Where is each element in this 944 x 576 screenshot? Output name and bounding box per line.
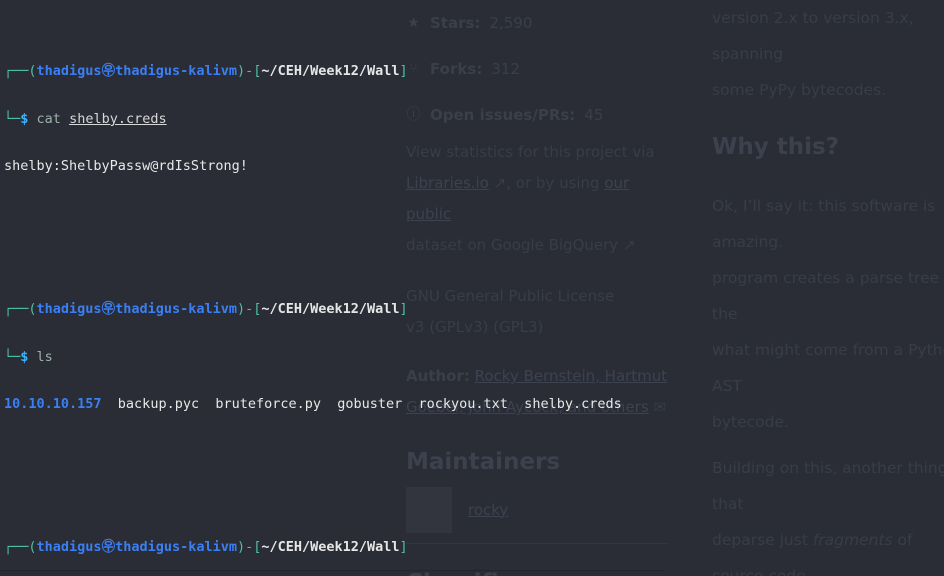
prompt-path-1: ~/CEH/Week12/Wall <box>261 63 400 80</box>
prompt-at-icon-2: ㉾ <box>101 301 116 318</box>
prompt-frame-bottom-2: └─ <box>4 348 21 365</box>
prompt-host-2: thadigus-kalivm <box>115 301 237 318</box>
prompt-at-icon-1: ㉾ <box>101 63 116 80</box>
cmd-cat-argument: shelby.creds <box>69 110 167 127</box>
cmd-ls-word: ls <box>36 348 53 365</box>
prompt-user-2: thadigus <box>36 301 102 318</box>
command-line-cat-creds: └─$ cat shelby.creds <box>4 110 944 128</box>
prompt-user-1: thadigus <box>36 63 102 80</box>
prompt-open-paren-2: ( <box>28 301 37 318</box>
prompt-open-paren-1: ( <box>28 63 37 80</box>
terminal-window[interactable]: ┌──(thadigus㉾thadigus-kalivm)-[~/CEH/Wee… <box>0 0 944 571</box>
prompt-path-3: ~/CEH/Week12/Wall <box>261 538 400 555</box>
prompt-frame-top-3: ┌── <box>4 538 29 555</box>
prompt-host-1: thadigus-kalivm <box>115 63 237 80</box>
prompt-close-bracket-3: ] <box>399 538 408 555</box>
prompt-line-top-2: ┌──(thadigus㉾thadigus-kalivm)-[~/CEH/Wee… <box>4 301 944 318</box>
output-creds: shelby:ShelbyPassw@rdIsStrong! <box>4 158 248 175</box>
prompt-line-top-1: ┌──(thadigus㉾thadigus-kalivm)-[~/CEH/Wee… <box>4 63 944 80</box>
screenshot-root: ★ Stars: 2,590 ⑂ Forks: 312 ⓘ Open issue… <box>0 0 944 576</box>
prompt-host-3: thadigus-kalivm <box>115 538 237 555</box>
prompt-close-paren-2: )-[ <box>236 301 262 318</box>
prompt-user-3: thadigus <box>36 538 102 555</box>
cmd-ls: ls <box>28 348 53 365</box>
prompt-path-2: ~/CEH/Week12/Wall <box>261 301 400 318</box>
terminal-bottom-edge <box>0 570 665 571</box>
cmd-cat-1: cat <box>28 111 69 127</box>
prompt-line-top-3: ┌──(thadigus㉾thadigus-kalivm)-[~/CEH/Wee… <box>4 538 944 556</box>
cmd-cat-word: cat <box>36 110 70 127</box>
prompt-frame-top-1: ┌── <box>4 63 29 80</box>
command-line-ls: └─$ ls <box>4 348 944 366</box>
ls-file-entries: backup.pyc bruteforce.py gobuster rockyo… <box>101 396 622 413</box>
prompt-close-bracket-2: ] <box>399 301 408 318</box>
prompt-close-paren-1: )-[ <box>236 63 262 80</box>
prompt-frame-bottom-1: └─ <box>4 110 21 127</box>
prompt-open-paren-3: ( <box>28 538 37 555</box>
prompt-close-bracket-1: ] <box>399 63 408 80</box>
ls-directory-entry: 10.10.10.157 <box>4 396 102 413</box>
terminal-output-area[interactable]: ┌──(thadigus㉾thadigus-kalivm)-[~/CEH/Wee… <box>4 1 944 576</box>
prompt-close-paren-3: )-[ <box>236 538 262 555</box>
output-ls: 10.10.10.157 backup.pyc bruteforce.py go… <box>4 396 944 413</box>
prompt-at-icon-3: ㉾ <box>101 538 116 555</box>
prompt-frame-top-2: ┌── <box>4 301 29 318</box>
